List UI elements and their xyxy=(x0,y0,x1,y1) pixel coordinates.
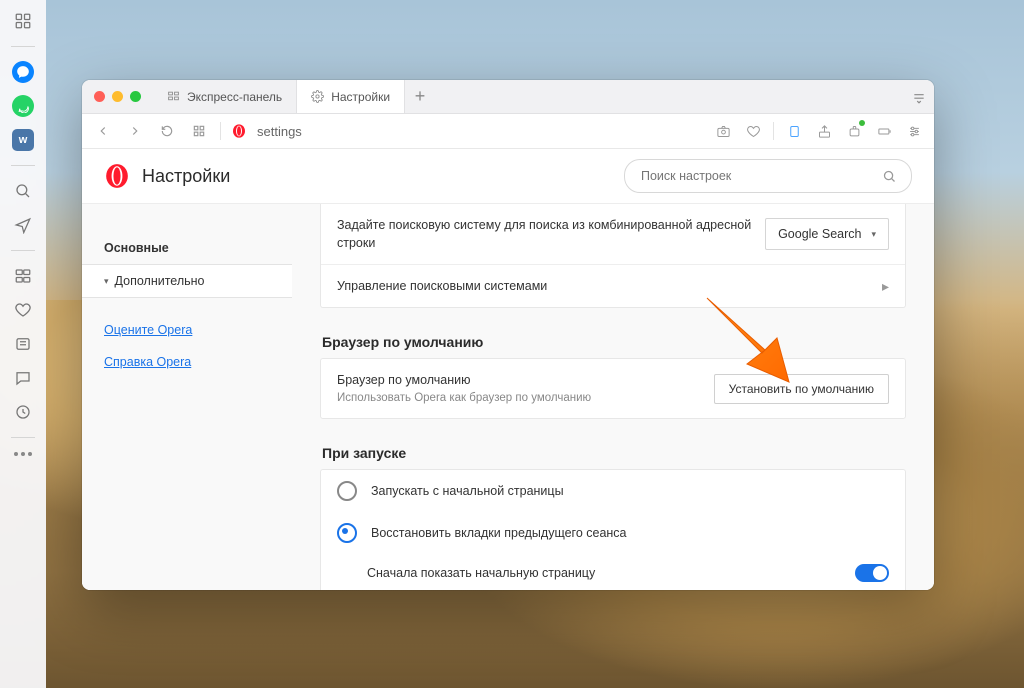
search-input[interactable] xyxy=(639,168,874,184)
tab-label: Экспресс-панель xyxy=(187,90,282,104)
chat-icon[interactable] xyxy=(12,367,34,389)
share-icon[interactable] xyxy=(814,121,834,141)
tab-bar: Экспресс-панель Настройки + xyxy=(82,80,934,114)
window-controls[interactable] xyxy=(82,91,153,102)
radio-icon[interactable] xyxy=(337,523,357,543)
heart-icon[interactable] xyxy=(12,299,34,321)
dock-separator xyxy=(11,46,35,47)
chevron-right-icon: ▸ xyxy=(882,278,889,295)
search-icon xyxy=(882,169,897,184)
speed-dial-icon[interactable] xyxy=(12,265,34,287)
heart-icon[interactable] xyxy=(743,121,763,141)
battery-icon[interactable] xyxy=(874,121,894,141)
manage-search-engines-label: Управление поисковыми системами xyxy=(337,277,870,295)
dock-apps-icon[interactable] xyxy=(12,10,34,32)
section-startup: При запуске xyxy=(322,445,906,461)
app-dock: w xyxy=(0,0,46,688)
dock-separator xyxy=(11,165,35,166)
radio-icon[interactable] xyxy=(337,481,357,501)
sidebar-item-label: Дополнительно xyxy=(115,274,205,288)
opera-logo-icon xyxy=(104,163,130,189)
tab-label: Настройки xyxy=(331,90,390,104)
forward-button[interactable] xyxy=(124,120,146,142)
section-default-browser: Браузер по умолчанию xyxy=(322,334,906,350)
messenger-icon[interactable] xyxy=(12,61,34,83)
toggle-label: Сначала показать начальную страницу xyxy=(367,566,841,580)
radio-label: Запускать с начальной страницы xyxy=(371,484,564,498)
history-icon[interactable] xyxy=(12,401,34,423)
easy-setup-icon[interactable] xyxy=(904,121,924,141)
startup-option-restore[interactable]: Восстановить вкладки предыдущего сеанса xyxy=(321,512,905,554)
startup-option-startpage[interactable]: Запускать с начальной страницы xyxy=(321,470,905,512)
separator xyxy=(220,122,221,140)
sidebar-item-advanced[interactable]: Дополнительно xyxy=(82,264,292,298)
send-icon[interactable] xyxy=(12,214,34,236)
sidebar-link-rate[interactable]: Оцените Opera xyxy=(82,316,292,344)
search-engine-row: Задайте поисковую систему для поиска из … xyxy=(321,204,905,264)
settings-sidebar: Основные Дополнительно Оцените Opera Спр… xyxy=(82,204,292,590)
reload-button[interactable] xyxy=(156,120,178,142)
default-browser-sub: Использовать Opera как браузер по умолча… xyxy=(337,390,702,407)
more-icon[interactable] xyxy=(14,452,32,456)
news-icon[interactable] xyxy=(12,333,34,355)
snapshot-icon[interactable] xyxy=(713,121,733,141)
manage-search-engines-row[interactable]: Управление поисковыми системами ▸ xyxy=(321,264,905,307)
sync-icon[interactable] xyxy=(784,121,804,141)
settings-header: Настройки xyxy=(82,149,934,204)
settings-search[interactable] xyxy=(624,159,912,193)
dock-separator xyxy=(11,437,35,438)
search-icon[interactable] xyxy=(12,180,34,202)
default-browser-label: Браузер по умолчанию xyxy=(337,371,702,389)
dock-separator xyxy=(11,250,35,251)
page-title: Настройки xyxy=(142,166,230,187)
radio-label: Восстановить вкладки предыдущего сеанса xyxy=(371,526,627,540)
speed-dial-button[interactable] xyxy=(188,120,210,142)
separator xyxy=(773,122,774,140)
search-engine-select[interactable]: Google Search xyxy=(765,218,889,250)
tab-express-panel[interactable]: Экспресс-панель xyxy=(153,80,297,113)
new-tab-button[interactable]: + xyxy=(405,86,435,107)
address-text[interactable]: settings xyxy=(257,124,302,139)
back-button[interactable] xyxy=(92,120,114,142)
set-default-button[interactable]: Установить по умолчанию xyxy=(714,374,889,404)
search-engine-desc: Задайте поисковую систему для поиска из … xyxy=(337,216,753,252)
default-browser-row: Браузер по умолчанию Использовать Opera … xyxy=(321,359,905,418)
toggle-switch[interactable] xyxy=(855,564,889,582)
settings-content: Задайте поисковую систему для поиска из … xyxy=(292,204,934,590)
extensions-icon[interactable] xyxy=(844,121,864,141)
settings-body: Основные Дополнительно Оцените Opera Спр… xyxy=(82,204,934,590)
vk-icon[interactable]: w xyxy=(12,129,34,151)
address-bar: settings xyxy=(82,114,934,149)
opera-logo-icon xyxy=(231,123,247,139)
sidebar-item-basic[interactable]: Основные xyxy=(82,232,292,264)
tabs-menu-icon[interactable] xyxy=(904,90,934,104)
tab-settings[interactable]: Настройки xyxy=(297,80,405,113)
sidebar-link-help[interactable]: Справка Opera xyxy=(82,348,292,376)
whatsapp-icon[interactable] xyxy=(12,95,34,117)
browser-window: Экспресс-панель Настройки + settings xyxy=(82,80,934,590)
startup-show-startpage-first: Сначала показать начальную страницу xyxy=(321,554,905,590)
